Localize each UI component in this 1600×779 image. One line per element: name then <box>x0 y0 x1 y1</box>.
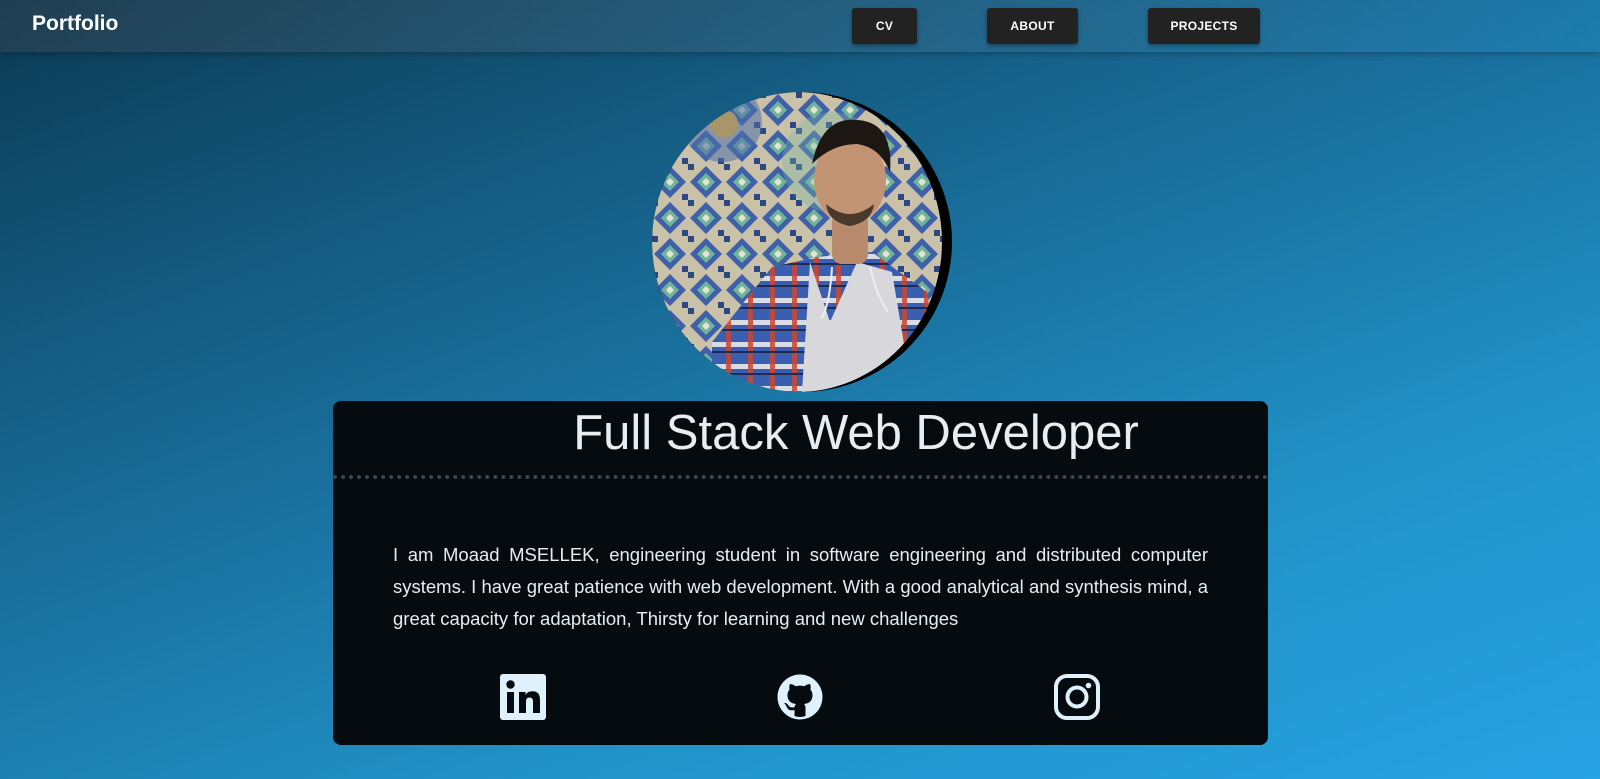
profile-photo <box>652 92 942 392</box>
avatar <box>652 92 952 392</box>
instagram-icon[interactable] <box>1054 674 1100 720</box>
nav-projects-button[interactable]: PROJECTS <box>1148 8 1260 44</box>
nav-about-button[interactable]: ABOUT <box>987 8 1078 44</box>
nav-cv-button[interactable]: CV <box>852 8 917 44</box>
brand-logo[interactable]: Portfolio <box>32 12 118 36</box>
top-navbar: Portfolio CV ABOUT PROJECTS <box>0 0 1600 52</box>
github-icon[interactable] <box>777 674 823 720</box>
profile-card: Full Stack Web Developer I am Moaad MSEL… <box>333 401 1268 745</box>
job-title: Full Stack Web Developer <box>573 406 1139 460</box>
bio-text: I am Moaad MSELLEK, engineering student … <box>393 544 1208 629</box>
dotted-divider <box>333 475 1268 479</box>
linkedin-icon[interactable] <box>500 674 546 720</box>
